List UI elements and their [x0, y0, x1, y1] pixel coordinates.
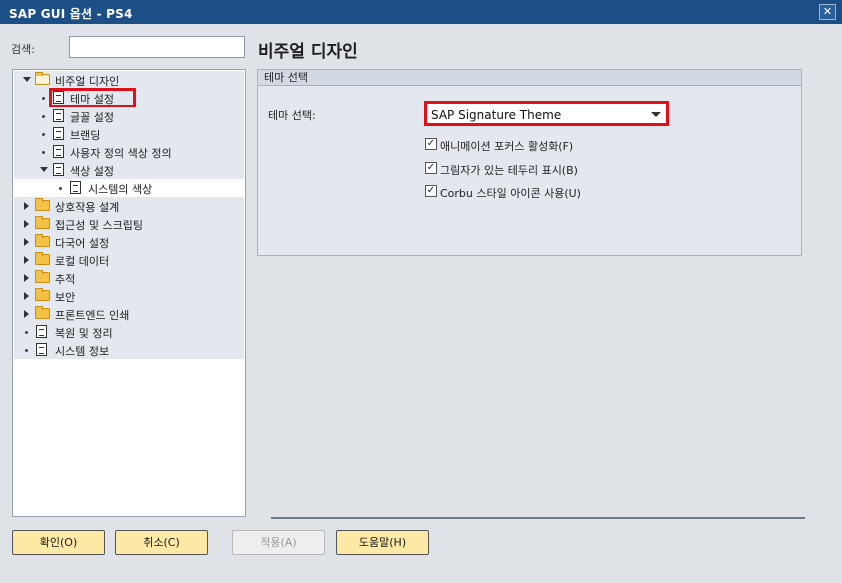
collapse-icon[interactable] [24, 220, 29, 228]
options-tree: 비주얼 디자인 테마 설정 글꼴 설정 브랜딩 사용자 정의 색상 정의 색상 … [12, 69, 246, 517]
tree-item-font-settings[interactable]: 글꼴 설정 [14, 107, 244, 125]
tree-item-label: 사용자 정의 색상 정의 [70, 147, 172, 160]
document-icon [70, 181, 81, 194]
tree-item-label: 복원 및 정리 [55, 327, 113, 340]
checkbox-checked-icon[interactable]: ✓ [425, 162, 437, 174]
tree-item-theme-settings[interactable]: 테마 설정 [14, 88, 244, 108]
tree-item-frontend-print[interactable]: 프론트엔드 인쇄 [14, 305, 244, 323]
tree-item-label: 브랜딩 [70, 129, 101, 142]
theme-select-value: SAP Signature Theme [431, 108, 562, 122]
cancel-button[interactable]: 취소(C) [115, 530, 208, 555]
folder-icon [35, 216, 50, 229]
tree-item-interaction-design[interactable]: 상호작용 설계 [14, 197, 244, 215]
tree-item-label: 보안 [55, 291, 76, 304]
checkbox-label: 그림자가 있는 테두리 표시(B) [440, 164, 578, 177]
document-icon [53, 109, 64, 122]
collapse-icon[interactable] [24, 274, 29, 282]
folder-icon [35, 270, 50, 283]
collapse-icon[interactable] [24, 292, 29, 300]
bullet-icon [42, 151, 45, 154]
folder-icon [35, 306, 50, 319]
checkbox-checked-icon[interactable]: ✓ [425, 185, 437, 197]
checkbox-shadow-border[interactable]: ✓ 그림자가 있는 테두리 표시(B) [425, 161, 625, 177]
collapse-icon[interactable] [24, 256, 29, 264]
search-input[interactable] [69, 36, 245, 58]
theme-select-label: 테마 선택: [268, 109, 316, 122]
checkbox-label: Corbu 스타일 아이콘 사용(U) [440, 187, 581, 200]
tree-item-label: 글꼴 설정 [70, 111, 114, 124]
panel-header: 테마 선택 [258, 70, 801, 86]
theme-selection-panel: 테마 선택 테마 선택: SAP Signature Theme ✓ 애니메이션… [257, 69, 802, 256]
divider [271, 517, 805, 519]
bullet-icon [25, 349, 28, 352]
title-bar: SAP GUI 옵션 - PS4 ✕ [0, 0, 842, 24]
tree-item-label: 로컬 데이터 [55, 255, 110, 268]
folder-open-icon [35, 72, 50, 85]
expand-icon[interactable] [23, 77, 31, 82]
tree-item-multilanguage[interactable]: 다국어 설정 [14, 233, 244, 251]
tree-item-accessibility[interactable]: 접근성 및 스크립팅 [14, 215, 244, 233]
bullet-icon [42, 97, 45, 100]
document-icon [36, 325, 47, 338]
tree-item-trace[interactable]: 추적 [14, 269, 244, 287]
selection-highlight [49, 88, 136, 108]
document-icon [53, 163, 64, 176]
tree-item-color-settings[interactable]: 색상 설정 [14, 161, 244, 179]
tree-item-custom-colors[interactable]: 사용자 정의 색상 정의 [14, 143, 244, 161]
bullet-icon [59, 187, 62, 190]
tree-item-local-data[interactable]: 로컬 데이터 [14, 251, 244, 269]
tree-item-security[interactable]: 보안 [14, 287, 244, 305]
tree-item-label: 접근성 및 스크립팅 [55, 219, 143, 232]
tree-item-system-colors[interactable]: 시스템의 색상 [14, 179, 244, 197]
tree-item-label: 프론트엔드 인쇄 [55, 309, 130, 322]
tree-item-label: 다국어 설정 [55, 237, 110, 250]
expand-icon[interactable] [40, 167, 48, 172]
document-icon [53, 127, 64, 140]
window-title: SAP GUI 옵션 - PS4 [9, 7, 133, 21]
collapse-icon[interactable] [24, 310, 29, 318]
checkbox-animation-focus[interactable]: ✓ 애니메이션 포커스 활성화(F) [425, 137, 625, 153]
tree-item-branding[interactable]: 브랜딩 [14, 125, 244, 143]
tree-item-label: 추적 [55, 273, 76, 286]
help-button[interactable]: 도움말(H) [336, 530, 429, 555]
tree-item-system-info[interactable]: 시스템 정보 [14, 341, 244, 359]
tree-item-label: 시스템의 색상 [88, 183, 153, 196]
bullet-icon [25, 331, 28, 334]
chevron-down-icon[interactable] [651, 112, 661, 117]
collapse-icon[interactable] [24, 238, 29, 246]
tree-item-visual-design[interactable]: 비주얼 디자인 [14, 71, 244, 89]
checkbox-checked-icon[interactable]: ✓ [425, 138, 437, 150]
tree-item-label: 비주얼 디자인 [55, 75, 120, 88]
bullet-icon [42, 115, 45, 118]
search-label: 검색: [11, 43, 35, 56]
theme-select-dropdown[interactable]: SAP Signature Theme [424, 101, 669, 126]
folder-icon [35, 288, 50, 301]
page-title: 비주얼 디자인 [258, 42, 358, 62]
folder-icon [35, 252, 50, 265]
document-icon [36, 343, 47, 356]
folder-icon [35, 234, 50, 247]
apply-button[interactable]: 적용(A) [232, 530, 325, 555]
bullet-icon [42, 133, 45, 136]
collapse-icon[interactable] [24, 202, 29, 210]
tree-item-label: 시스템 정보 [55, 345, 110, 358]
checkbox-label: 애니메이션 포커스 활성화(F) [440, 140, 574, 153]
tree-item-label: 색상 설정 [70, 165, 114, 178]
checkbox-corbu-icons[interactable]: ✓ Corbu 스타일 아이콘 사용(U) [425, 184, 625, 200]
ok-button[interactable]: 확인(O) [12, 530, 105, 555]
tree-item-restore-cleanup[interactable]: 복원 및 정리 [14, 323, 244, 341]
tree-item-label: 상호작용 설계 [55, 201, 120, 214]
folder-icon [35, 198, 50, 211]
close-icon[interactable]: ✕ [819, 4, 836, 20]
document-icon [53, 145, 64, 158]
